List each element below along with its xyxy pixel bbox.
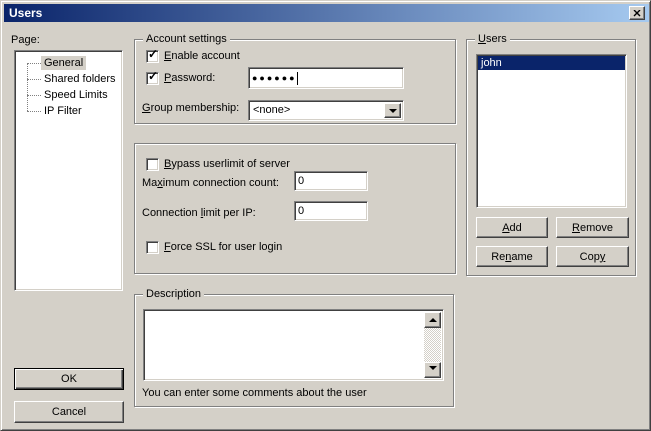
- add-user-button[interactable]: Add: [476, 217, 548, 238]
- remove-user-button[interactable]: Remove: [556, 217, 629, 238]
- force-ssl-row: ✓ Force SSL for user login: [146, 241, 282, 254]
- cancel-button[interactable]: Cancel: [14, 401, 124, 423]
- arrow-down-icon: [429, 366, 437, 374]
- close-icon: [633, 10, 641, 17]
- page-label: Page:: [11, 34, 40, 47]
- ok-button[interactable]: OK: [14, 368, 124, 390]
- title-bar[interactable]: Users: [4, 4, 649, 22]
- connection-limit-per-ip-label: Connection limit per IP:: [142, 207, 256, 220]
- bypass-userlimit-label: Bypass userlimit of server: [164, 158, 290, 171]
- tree-item-ip-filter[interactable]: IP Filter: [15, 103, 122, 119]
- group-membership-value: <none>: [249, 101, 403, 117]
- close-button[interactable]: [629, 6, 645, 20]
- text-caret: [297, 72, 298, 85]
- max-connection-count-input[interactable]: [294, 171, 368, 191]
- password-input[interactable]: ●●●●●●: [248, 67, 404, 89]
- enable-account-label: Enable account: [164, 50, 240, 63]
- tree-item-label: Shared folders: [41, 72, 119, 86]
- add-button-label: Add: [502, 222, 522, 234]
- combo-dropdown-button[interactable]: [384, 103, 401, 118]
- users-list[interactable]: john: [476, 54, 627, 208]
- copy-button-label: Copy: [580, 251, 606, 263]
- tree-item-label: IP Filter: [41, 104, 85, 118]
- tree-item-label: Speed Limits: [41, 88, 111, 102]
- arrow-up-icon: [429, 314, 437, 322]
- tree-item-label: General: [41, 56, 86, 70]
- ok-button-label: OK: [61, 373, 77, 385]
- user-list-item[interactable]: john: [478, 56, 625, 70]
- remove-button-label: Remove: [572, 222, 613, 234]
- password-row: ✓ Password:: [146, 72, 215, 85]
- tree-connector: [27, 95, 41, 96]
- tree-item-speed-limits[interactable]: Speed Limits: [15, 87, 122, 103]
- password-label: Password:: [164, 72, 215, 85]
- rename-button-label: Rename: [491, 251, 533, 263]
- enable-account-checkbox[interactable]: ✓: [146, 50, 159, 63]
- description-title: Description: [143, 288, 204, 301]
- window-title: Users: [4, 6, 42, 20]
- enable-account-row: ✓ Enable account: [146, 50, 240, 63]
- bypass-userlimit-checkbox[interactable]: ✓: [146, 158, 159, 171]
- users-dialog: Users Page: General Shared folders Speed…: [0, 0, 651, 431]
- force-ssl-checkbox[interactable]: ✓: [146, 241, 159, 254]
- check-icon: ✓: [148, 70, 158, 83]
- tree-connector: [27, 79, 41, 80]
- description-textarea[interactable]: [143, 309, 444, 381]
- group-membership-select[interactable]: <none>: [248, 100, 404, 121]
- user-name: john: [481, 57, 502, 69]
- description-scrollbar[interactable]: [424, 312, 441, 378]
- bypass-userlimit-row: ✓ Bypass userlimit of server: [146, 158, 290, 171]
- page-tree[interactable]: General Shared folders Speed Limits IP F…: [14, 50, 123, 291]
- rename-user-button[interactable]: Rename: [476, 246, 548, 267]
- password-value: ●●●●●●: [252, 73, 297, 84]
- connection-limit-per-ip-input[interactable]: [294, 201, 368, 221]
- force-ssl-label: Force SSL for user login: [164, 241, 282, 254]
- scroll-down-button[interactable]: [424, 362, 441, 378]
- tree-connector: [27, 111, 41, 112]
- tree-connector: [27, 63, 41, 64]
- scroll-up-button[interactable]: [424, 312, 441, 328]
- account-settings-title: Account settings: [143, 33, 230, 46]
- description-hint: You can enter some comments about the us…: [142, 387, 367, 400]
- tree-item-general[interactable]: General: [15, 55, 122, 71]
- check-icon: ✓: [148, 48, 158, 61]
- password-checkbox[interactable]: ✓: [146, 72, 159, 85]
- tree-item-shared-folders[interactable]: Shared folders: [15, 71, 122, 87]
- cancel-button-label: Cancel: [52, 406, 86, 418]
- max-connection-count-label: Maximum connection count:: [142, 177, 279, 190]
- chevron-down-icon: [389, 109, 397, 117]
- users-group-title: Users: [475, 33, 510, 46]
- copy-user-button[interactable]: Copy: [556, 246, 629, 267]
- group-membership-label: Group membership:: [142, 102, 239, 115]
- scrollbar-track[interactable]: [424, 328, 441, 362]
